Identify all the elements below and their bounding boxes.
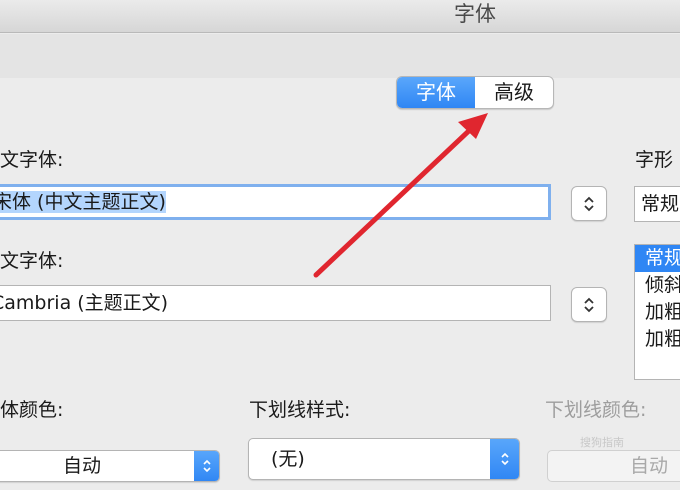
font-style-option[interactable]: 加粗 [635,299,680,326]
watermark-text: 搜狗指南 [580,436,624,449]
underline-color-popup: 自动 [547,450,680,482]
up-down-chevron-icon [584,196,594,211]
latin-font-label: 文字体: [0,250,64,272]
title-bar: 字体 [0,0,680,33]
font-style-option[interactable]: 加粗 [635,326,680,353]
font-style-label: 字形 [635,149,674,171]
latin-font-field[interactable]: Cambria (主题正文) [0,285,551,321]
up-down-chevron-icon [490,439,519,479]
latin-font-stepper[interactable] [571,287,607,322]
asian-font-stepper[interactable] [571,186,607,221]
font-style-value: 常规 [641,193,680,215]
font-color-popup[interactable]: 自动 [0,450,220,482]
underline-color-value: 自动 [630,455,669,477]
asian-font-value: 宋体 (中文主题正文) [0,191,166,213]
window-title: 字体 [454,2,496,26]
font-style-option[interactable]: 倾斜 [635,272,680,299]
font-color-label: 体颜色: [0,399,64,421]
asian-font-label: 文字体: [0,149,64,171]
underline-style-popup[interactable]: (无) [248,438,520,480]
underline-color-label: 下划线颜色: [545,399,647,421]
tab-advanced[interactable]: 高级 [475,77,553,108]
font-style-option[interactable]: 常规 [635,245,680,272]
font-style-field[interactable]: 常规 [634,186,680,222]
toolbar-area [0,34,680,78]
underline-style-label: 下划线样式: [249,399,351,421]
up-down-chevron-icon [194,451,219,481]
latin-font-value: Cambria (主题正文) [0,292,169,314]
up-down-chevron-icon [584,297,594,312]
asian-font-field[interactable]: 宋体 (中文主题正文) [0,184,551,220]
tab-font[interactable]: 字体 [397,77,475,108]
font-color-value: 自动 [63,455,102,477]
font-style-list[interactable]: 常规 倾斜 加粗 加粗 [634,244,680,380]
tab-control: 字体 高级 [396,76,554,109]
underline-style-value: (无) [271,448,305,470]
dialog-body [0,78,680,490]
